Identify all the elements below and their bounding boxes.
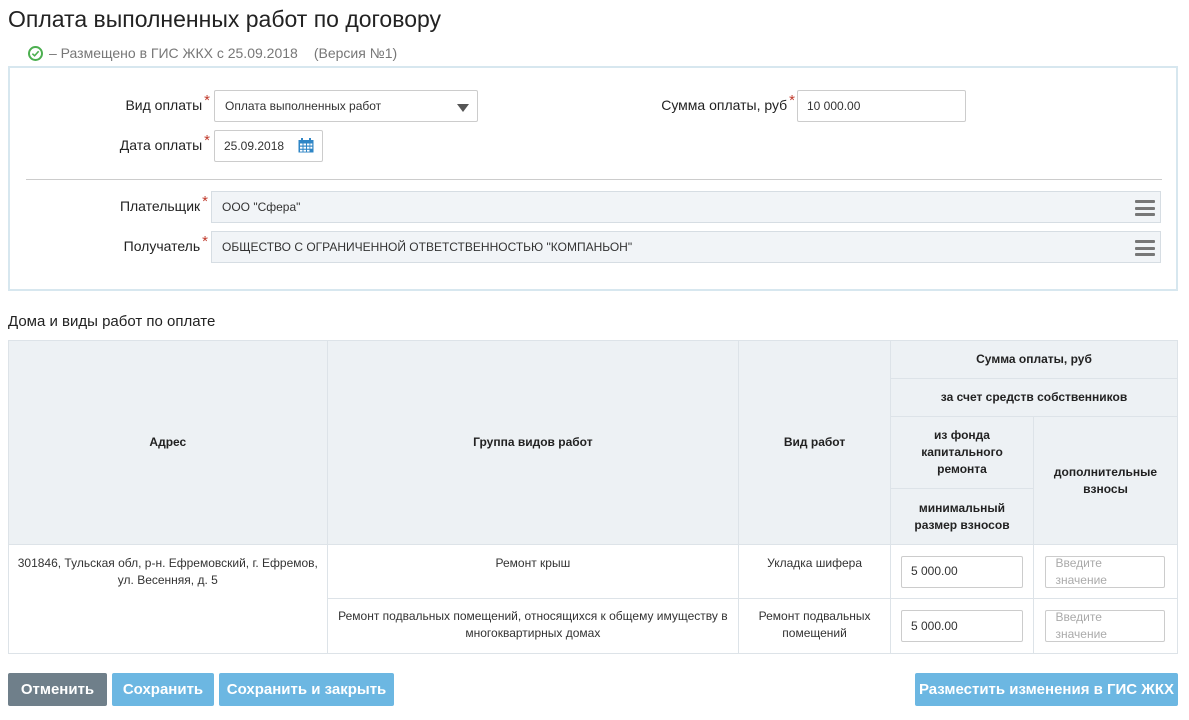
work-type-cell: Укладка шифера (738, 544, 891, 599)
header-sum: Сумма оплаты, руб (890, 340, 1178, 379)
form-divider (26, 179, 1162, 180)
work-group-cell: Ремонт подвальных помещений, относящихся… (326, 598, 740, 654)
additional-input[interactable]: Введите значение (1045, 555, 1166, 588)
payment-sum-label: Сумма оплаты, руб * (661, 92, 795, 113)
min-contrib-input[interactable]: 5 000.00 (900, 610, 1023, 642)
header-address: Адрес (8, 340, 328, 545)
list-menu-icon[interactable] (1135, 240, 1155, 256)
payment-type-label: Вид оплаты * (125, 92, 210, 113)
table-row: 301846, Тульская обл, р-н. Ефремовский, … (8, 544, 1179, 654)
version-text: (Версия №1) (313, 45, 398, 61)
additional-input[interactable]: Введите значение (1045, 610, 1166, 642)
save-close-button[interactable]: Сохранить и закрыть (219, 673, 394, 706)
recipient-field[interactable]: ОБЩЕСТВО С ОГРАНИЧЕННОЙ ОТВЕТСТВЕННОСТЬЮ… (211, 231, 1161, 263)
header-additional: дополнительные взносы (1032, 416, 1179, 545)
address-cell: 301846, Тульская обл, р-н. Ефремовский, … (8, 544, 328, 654)
payer-label: Плательщик * (119, 193, 208, 214)
status-text: – Размещено в ГИС ЖКХ с 25.09.2018 (49, 45, 298, 61)
payment-type-select[interactable]: Оплата выполненных работ (214, 90, 478, 122)
payment-date-label: Дата оплаты * (119, 132, 210, 153)
work-type-cell: Ремонт подвальных помещений (738, 598, 891, 654)
section-title: Дома и виды работ по оплате (8, 313, 216, 330)
payment-form-panel: Вид оплаты * Оплата выполненных работ Сум… (8, 66, 1178, 291)
chevron-down-icon (457, 104, 469, 112)
header-min-contrib: минимальный размер взносов (890, 488, 1034, 545)
payment-date-input[interactable]: 25.09.2018 (214, 130, 323, 162)
works-table: Адрес Группа видов работ Вид работ Сумма… (8, 340, 1179, 654)
publish-button[interactable]: Разместить изменения в ГИС ЖКХ (915, 673, 1178, 706)
status-line: – Размещено в ГИС ЖКХ с 25.09.2018 (Верс… (28, 45, 397, 61)
list-menu-icon[interactable] (1135, 200, 1155, 216)
work-group-cell: Ремонт крыш (326, 544, 740, 599)
check-circle-icon (28, 45, 43, 61)
save-button[interactable]: Сохранить (112, 673, 214, 706)
min-contrib-input[interactable]: 5 000.00 (900, 555, 1023, 588)
header-work-type: Вид работ (738, 340, 891, 545)
payment-sum-input[interactable]: 10 000.00 (797, 90, 966, 122)
header-capital-fund: из фонда капитального ремонта (890, 416, 1034, 489)
header-work-group: Группа видов работ (326, 340, 740, 545)
page-title: Оплата выполненных работ по договору (8, 6, 442, 32)
header-owners-funds: за счет средств собственников (890, 378, 1178, 417)
calendar-icon[interactable] (298, 138, 314, 153)
cancel-button[interactable]: Отменить (8, 673, 107, 706)
recipient-label: Получатель * (123, 233, 208, 254)
payer-field[interactable]: ООО "Сфера" (211, 191, 1161, 223)
